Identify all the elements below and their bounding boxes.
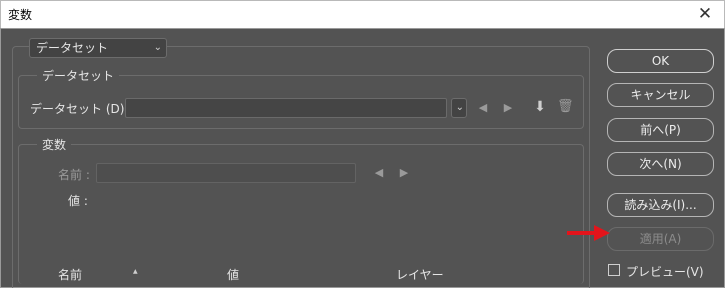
red-arrow-annotation xyxy=(567,225,610,241)
prev-arrow-icon[interactable]: ◀ xyxy=(371,165,387,181)
next-arrow-icon[interactable]: ▶ xyxy=(396,165,412,181)
prev-button[interactable]: 前へ(P) xyxy=(607,118,714,142)
column-header-layer[interactable]: レイヤー xyxy=(396,266,444,283)
next-button[interactable]: 次へ(N) xyxy=(607,152,714,176)
variable-type-value: データセット xyxy=(36,41,109,55)
variable-name-select[interactable] xyxy=(96,163,356,183)
chevron-down-icon: ⌄ xyxy=(455,102,464,113)
column-header-value[interactable]: 値 xyxy=(227,266,239,283)
preview-label[interactable]: プレビュー(V) xyxy=(626,263,704,280)
prev-arrow-icon[interactable]: ◀ xyxy=(475,100,491,116)
ok-button[interactable]: OK xyxy=(607,49,714,73)
save-dataset-icon[interactable]: ⬇ xyxy=(532,99,548,115)
dataset-field[interactable] xyxy=(125,98,447,118)
preview-checkbox[interactable] xyxy=(608,264,620,276)
apply-button[interactable]: 適用(A) xyxy=(607,227,714,251)
import-button[interactable]: 読み込み(I)... xyxy=(607,193,714,217)
title-bar: 変数 ✕ xyxy=(0,0,725,28)
next-arrow-icon[interactable]: ▶ xyxy=(500,100,516,116)
chevron-down-icon: ⌄ xyxy=(153,42,162,53)
variable-type-select[interactable]: データセット ⌄ xyxy=(29,38,167,58)
sort-ascending-icon: ▲ xyxy=(133,268,138,275)
trash-icon[interactable]: 🗑 xyxy=(557,99,574,115)
dataset-field-label: データセット (D) : xyxy=(30,102,133,116)
dataset-group-legend: データセット xyxy=(37,67,120,84)
window-title: 変数 xyxy=(8,8,33,22)
dataset-dropdown-button[interactable]: ⌄ xyxy=(451,98,467,118)
variables-group-legend: 変数 xyxy=(37,136,72,153)
close-icon[interactable]: ✕ xyxy=(695,4,715,24)
variables-dialog: データセット ⌄ データセット データセット (D) : ⌄ ◀ ▶ ⬇ 🗑 変… xyxy=(0,28,725,288)
name-label: 名前 : xyxy=(58,168,90,182)
column-header-name[interactable]: 名前 xyxy=(58,266,82,283)
value-label: 値 : xyxy=(68,194,88,208)
cancel-button[interactable]: キャンセル xyxy=(607,83,714,107)
